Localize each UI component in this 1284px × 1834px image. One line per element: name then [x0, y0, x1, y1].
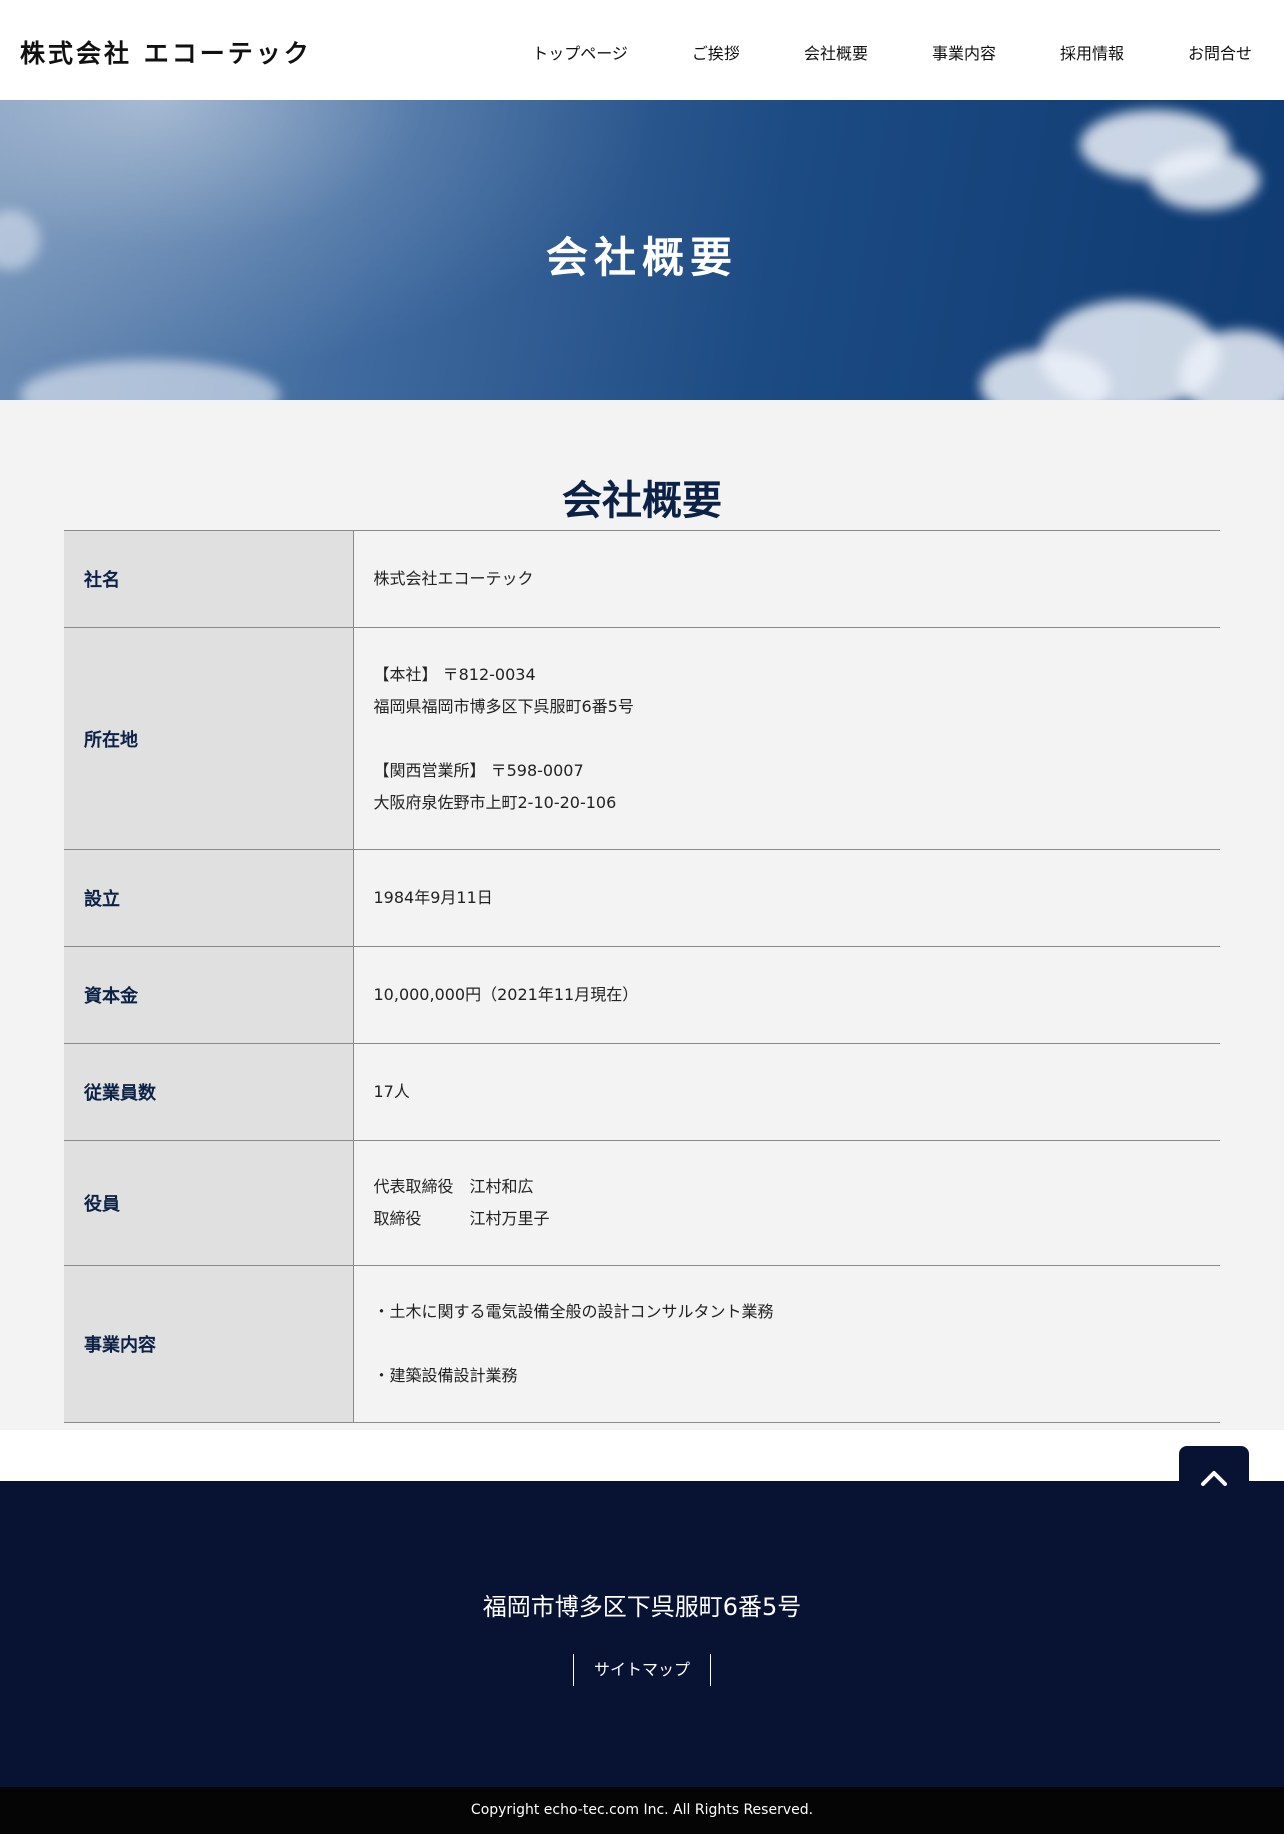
- nav-item-top[interactable]: トップページ: [532, 40, 628, 64]
- hq-postal: 【本社】 〒812-0034: [373, 664, 536, 684]
- row-value-capital: 10,000,000円（2021年11月現在）: [353, 947, 1220, 1044]
- copyright-text: Copyright echo-tec.com Inc. All Rights R…: [470, 1802, 814, 1818]
- capital-amount: 10,000,000円（2021年11月現在）: [373, 985, 639, 1004]
- officer-name: 江村万里子: [469, 1209, 550, 1228]
- nav-item-contact[interactable]: お問合せ: [1188, 40, 1252, 64]
- row-value-employees: 17人: [353, 1044, 1220, 1141]
- officer-title: 取締役: [373, 1209, 422, 1228]
- footer-address: 福岡市博多区下呉服町6番5号: [482, 1593, 802, 1621]
- row-value-business: ・土木に関する電気設備全般の設計コンサルタント業務 ・建築設備設計業務: [353, 1266, 1220, 1423]
- row-label-name: 社名: [64, 530, 354, 628]
- table-row: 役員 代表取締役 江村和広 取締役 江村万里子: [64, 1140, 1220, 1266]
- table-row: 資本金 10,000,000円（2021年11月現在）: [64, 946, 1220, 1044]
- main-content: 会社概要 社名 株式会社エコーテック 所在地 【本社】 〒812-0034 福岡…: [0, 400, 1284, 1430]
- site-logo[interactable]: 株式会社 エコーテック: [20, 34, 312, 70]
- table-row: 事業内容 ・土木に関する電気設備全般の設計コンサルタント業務 ・建築設備設計業務: [64, 1265, 1220, 1423]
- section-title: 会社概要: [562, 478, 722, 524]
- row-label-founded: 設立: [64, 849, 354, 947]
- row-label-capital: 資本金: [64, 946, 354, 1044]
- branch-address: 大阪府泉佐野市上町2-10-20-106: [373, 792, 617, 812]
- main-nav: トップページ ご挨拶 会社概要 事業内容 採用情報 お問合せ: [532, 40, 1252, 64]
- site-header: 株式会社 エコーテック トップページ ご挨拶 会社概要 事業内容 採用情報 お問…: [0, 0, 1284, 100]
- nav-item-company[interactable]: 会社概要: [804, 40, 868, 64]
- row-value-officers: 代表取締役 江村和広 取締役 江村万里子: [353, 1141, 1220, 1266]
- table-row: 社名 株式会社エコーテック: [64, 530, 1220, 628]
- table-row: 所在地 【本社】 〒812-0034 福岡県福岡市博多区下呉服町6番5号 【関西…: [64, 627, 1220, 850]
- employee-count: 17人: [373, 1082, 410, 1101]
- branch-postal: 【関西営業所】 〒598-0007: [373, 760, 584, 780]
- hero-title: 会社概要: [545, 233, 738, 282]
- sitemap-link[interactable]: サイトマップ: [573, 1654, 711, 1686]
- officer-title: 代表取締役: [373, 1177, 454, 1196]
- hero-banner: 会社概要: [0, 100, 1284, 400]
- business-item: ・土木に関する電気設備全般の設計コンサルタント業務: [373, 1302, 774, 1321]
- table-row: 設立 1984年9月11日: [64, 849, 1220, 947]
- row-label-address: 所在地: [64, 627, 354, 850]
- nav-item-business[interactable]: 事業内容: [932, 40, 996, 64]
- row-label-officers: 役員: [64, 1140, 354, 1266]
- company-info-table: 社名 株式会社エコーテック 所在地 【本社】 〒812-0034 福岡県福岡市博…: [64, 530, 1220, 1423]
- hq-address: 福岡県福岡市博多区下呉服町6番5号: [373, 696, 634, 716]
- founded-date: 1984年9月11日: [373, 888, 493, 907]
- business-item: ・建築設備設計業務: [373, 1366, 518, 1385]
- back-to-top-button[interactable]: [1179, 1446, 1249, 1510]
- row-label-business: 事業内容: [64, 1265, 354, 1423]
- site-footer: 福岡市博多区下呉服町6番5号 サイトマップ: [0, 1481, 1284, 1787]
- nav-item-recruit[interactable]: 採用情報: [1060, 40, 1124, 64]
- table-row: 従業員数 17人: [64, 1043, 1220, 1141]
- officer-row: 取締役 江村万里子: [374, 1203, 1221, 1235]
- officer-name: 江村和広: [469, 1177, 534, 1196]
- row-value-founded: 1984年9月11日: [353, 850, 1220, 947]
- copyright-bar: Copyright echo-tec.com Inc. All Rights R…: [0, 1787, 1284, 1834]
- row-label-employees: 従業員数: [64, 1043, 354, 1141]
- company-name: 株式会社エコーテック: [373, 569, 534, 588]
- row-value-name: 株式会社エコーテック: [353, 531, 1220, 628]
- cloud: [1150, 150, 1260, 210]
- nav-item-greeting[interactable]: ご挨拶: [692, 40, 740, 64]
- chevron-up-icon: [1201, 1471, 1227, 1486]
- row-value-address: 【本社】 〒812-0034 福岡県福岡市博多区下呉服町6番5号 【関西営業所】…: [353, 628, 1220, 850]
- officer-row: 代表取締役 江村和広: [374, 1171, 1221, 1203]
